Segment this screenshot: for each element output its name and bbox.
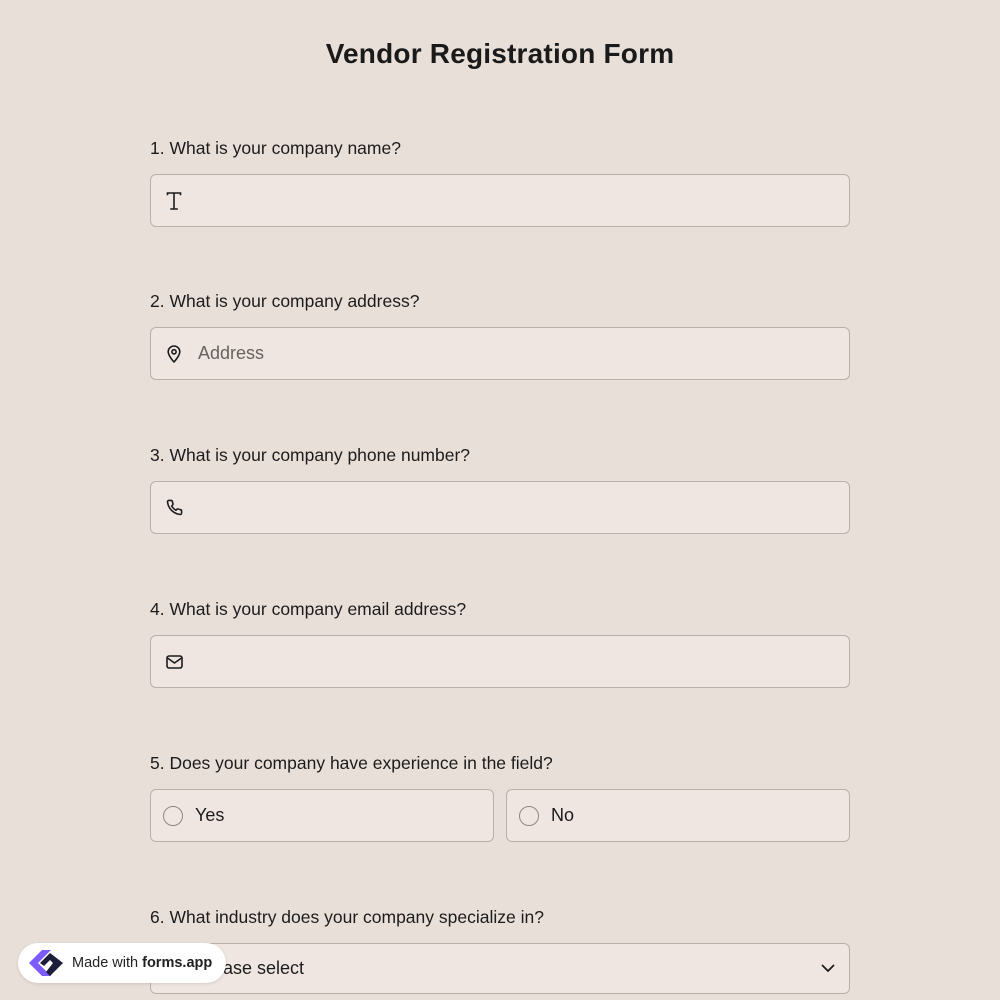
question-label: 3. What is your company phone number? — [150, 445, 471, 465]
badge-brand: forms.app — [142, 955, 213, 971]
question-experience: 5. Does your company have experience in … — [150, 752, 850, 842]
company-address-input[interactable] — [197, 328, 849, 379]
industry-select[interactable]: Please select — [150, 943, 850, 994]
location-pin-icon — [151, 344, 197, 363]
company-email-field[interactable] — [150, 635, 850, 688]
company-phone-input[interactable] — [197, 482, 849, 533]
made-with-badge[interactable]: Made with forms.app — [18, 943, 226, 983]
radio-button[interactable] — [519, 805, 539, 826]
question-company-phone: 3. What is your company phone number? — [150, 444, 850, 534]
question-label: 4. What is your company email address? — [150, 599, 467, 619]
text-icon — [151, 191, 197, 210]
experience-radio-group: Yes No — [150, 789, 850, 842]
page-title: Vendor Registration Form — [325, 38, 675, 69]
question-label: 6. What industry does your company speci… — [150, 907, 544, 927]
chevron-down-icon — [821, 960, 835, 978]
form-page: Vendor Registration Form 1. What is your… — [0, 0, 1000, 1000]
forms-app-logo-icon — [26, 947, 66, 979]
phone-icon — [151, 499, 197, 516]
radio-label: Yes — [195, 805, 225, 825]
question-label: 5. Does your company have experience in … — [150, 753, 553, 773]
question-label: 2. What is your company address? — [150, 291, 420, 311]
radio-option-yes[interactable]: Yes — [150, 789, 494, 842]
mail-icon — [151, 654, 197, 669]
radio-option-no[interactable]: No — [506, 789, 850, 842]
question-label: 1. What is your company name? — [150, 138, 401, 158]
company-name-field[interactable] — [150, 174, 850, 227]
company-address-field[interactable] — [150, 327, 850, 380]
question-industry: 6. What industry does your company speci… — [150, 906, 850, 994]
question-company-name: 1. What is your company name? — [150, 137, 850, 227]
radio-button[interactable] — [163, 805, 183, 826]
radio-label: No — [551, 805, 575, 825]
company-email-input[interactable] — [197, 636, 849, 687]
question-company-address: 2. What is your company address? — [150, 290, 850, 380]
badge-text: Made with forms.app — [72, 955, 212, 971]
company-phone-field[interactable] — [150, 481, 850, 534]
question-company-email: 4. What is your company email address? — [150, 598, 850, 688]
company-name-input[interactable] — [197, 175, 849, 226]
badge-prefix: Made with — [72, 955, 139, 971]
